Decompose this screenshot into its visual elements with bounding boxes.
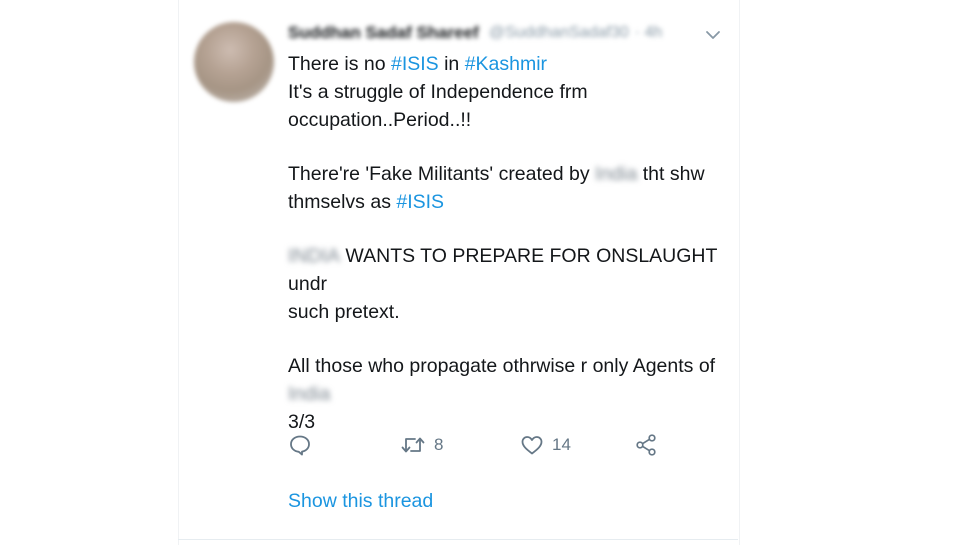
hashtag-link[interactable]: #ISIS xyxy=(396,191,444,213)
tweet-line: All those who propagate othrwise r only … xyxy=(288,355,716,377)
tweet-line: There is no #ISIS in #Kashmir xyxy=(288,50,728,78)
blurred-word: India xyxy=(288,383,331,405)
tweet-line: occupation..Period..!! xyxy=(288,109,472,131)
text: WANTS TO PREPARE FOR ONSLAUGHT undr xyxy=(288,245,718,295)
show-thread-link[interactable]: Show this thread xyxy=(288,490,433,513)
hashtag-link[interactable]: #Kashmir xyxy=(465,53,547,75)
text: in xyxy=(438,53,465,75)
like-count: 14 xyxy=(552,435,571,454)
share-button[interactable] xyxy=(634,428,658,462)
avatar[interactable] xyxy=(194,22,274,102)
tweet-line: India xyxy=(288,380,728,408)
tweet-line: INDIA WANTS TO PREPARE FOR ONSLAUGHT und… xyxy=(288,242,728,298)
share-icon xyxy=(636,434,656,456)
more-options-button[interactable] xyxy=(700,22,726,48)
divider xyxy=(178,539,738,540)
chevron-down-icon xyxy=(706,31,720,39)
tweet-line: thmselvs as #ISIS xyxy=(288,188,728,216)
timestamp[interactable]: · 4h xyxy=(635,24,663,42)
blurred-word: India xyxy=(595,163,638,185)
retweet-icon xyxy=(401,437,425,453)
like-button[interactable]: 14 xyxy=(520,428,571,462)
tweet-header: Suddhan Sadaf Shareef @SuddhanSadaf30 · … xyxy=(288,18,708,48)
text: There is no xyxy=(288,53,391,75)
tweet-text: There is no #ISIS in #Kashmir It's a str… xyxy=(288,50,728,436)
retweet-count: 8 xyxy=(434,435,444,454)
text: There're 'Fake Militants' created by xyxy=(288,163,596,185)
text: tht shw xyxy=(637,163,705,185)
like-icon xyxy=(521,436,543,455)
author-handle[interactable]: @SuddhanSadaf30 xyxy=(489,24,629,42)
tweet-line: There're 'Fake Militants' created by Ind… xyxy=(288,160,728,188)
tweet-actions: 8 14 xyxy=(288,428,708,462)
author-name[interactable]: Suddhan Sadaf Shareef xyxy=(288,23,479,43)
tweet-line: It's a struggle of Independence frm xyxy=(288,81,588,103)
text: thmselvs as xyxy=(288,191,397,213)
tweet-line: such pretext. xyxy=(288,301,400,323)
hashtag-link[interactable]: #ISIS xyxy=(391,53,439,75)
reply-icon xyxy=(290,435,310,456)
blurred-word: INDIA xyxy=(288,245,341,267)
reply-button[interactable] xyxy=(288,428,312,462)
retweet-button[interactable]: 8 xyxy=(400,428,443,462)
